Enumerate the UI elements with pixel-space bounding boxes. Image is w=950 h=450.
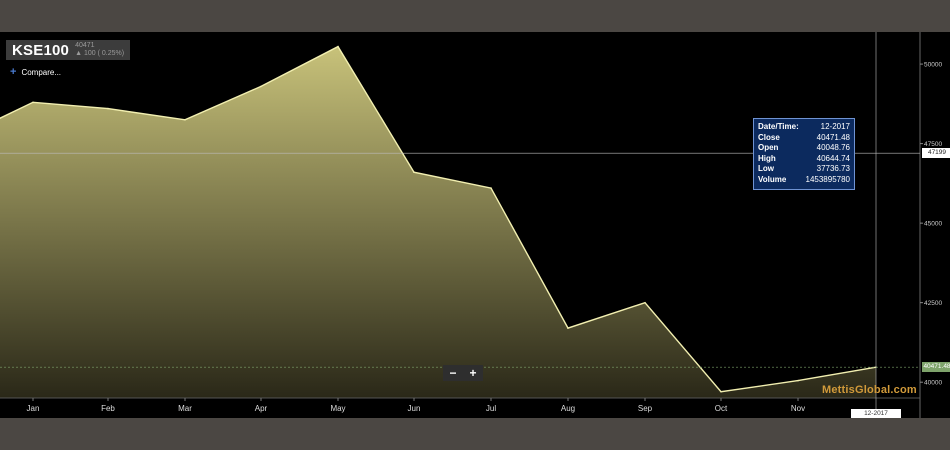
data-point — [720, 390, 722, 393]
compare-button[interactable]: + Compare... — [10, 66, 61, 78]
data-point — [32, 101, 34, 104]
symbol-title: KSE100 — [12, 41, 70, 59]
x-tick-label: May — [330, 404, 345, 413]
zoom-in-button[interactable]: + — [469, 367, 476, 379]
compare-label: Compare... — [21, 67, 62, 77]
y-tick-label: 47500 — [924, 141, 942, 148]
y-tick-label: 50000 — [924, 62, 942, 69]
symbol-meta: 40471 ▲ 100 ( 0.25%) — [75, 42, 124, 58]
x-tick-label: Mar — [178, 404, 192, 413]
data-point — [644, 301, 646, 304]
x-tick-label: Nov — [791, 404, 805, 413]
data-point — [184, 119, 186, 121]
y-tick-label: 40000 — [924, 380, 942, 387]
tooltip-row: Close 40471.48 — [758, 132, 850, 142]
data-point — [797, 379, 799, 382]
symbol-title-box: KSE100 40471 ▲ 100 ( 0.25%) — [6, 40, 131, 60]
x-tick-label: Feb — [101, 404, 115, 413]
x-tick-label: Sep — [638, 404, 653, 413]
data-point — [490, 187, 492, 189]
data-point — [337, 45, 339, 48]
symbol-price: 40471 — [75, 42, 95, 49]
x-axis-strip — [0, 398, 920, 418]
zoom-out-button[interactable]: − — [449, 367, 456, 379]
tooltip-row: High 40644.74 — [758, 153, 850, 163]
crosshair-price-tag: 47199 — [922, 148, 950, 159]
symbol-change: ▲ 100 ( 0.25%) — [75, 50, 125, 57]
data-point — [107, 107, 109, 110]
tooltip-row: Low 37736.73 — [758, 164, 850, 174]
y-tick-label: 45000 — [924, 221, 942, 228]
chart-plot[interactable]: Jan Feb Mar Apr May Jun Jul Aug Sep Oct Nov 40000 42… — [0, 32, 950, 418]
x-tick-label: Apr — [255, 404, 268, 413]
tooltip-row: Volume 1453895780 — [758, 174, 850, 184]
x-tick-label: Jun — [408, 404, 421, 413]
x-tick-label: Aug — [561, 404, 575, 413]
last-price-tag: 40471.48 — [922, 362, 950, 373]
plus-icon: + — [10, 66, 17, 78]
x-tick-label: Jul — [486, 404, 496, 413]
area-fill — [0, 46, 876, 398]
x-tick-label: Jan — [27, 404, 40, 413]
data-tooltip: Date/Time: 12-2017 Close 40471.48 Open 4004… — [753, 118, 855, 190]
area-layer — [0, 45, 877, 398]
watermark-logo: MettisGlobal.com — [822, 384, 917, 396]
data-point — [413, 171, 415, 173]
data-point — [260, 85, 262, 88]
zoom-controls: − + — [443, 365, 483, 381]
tooltip-row: Date/Time: 12-2017 — [758, 122, 850, 131]
x-tick-label: Oct — [715, 404, 728, 413]
crosshair-date-tag: 12-2017 — [851, 409, 901, 418]
y-tick-label: 42500 — [924, 300, 942, 307]
data-point — [567, 327, 569, 329]
chart-frame: Jan Feb Mar Apr May Jun Jul Aug Sep Oct Nov 40000 42… — [0, 32, 950, 418]
tooltip-row: Open 40048.76 — [758, 143, 850, 153]
